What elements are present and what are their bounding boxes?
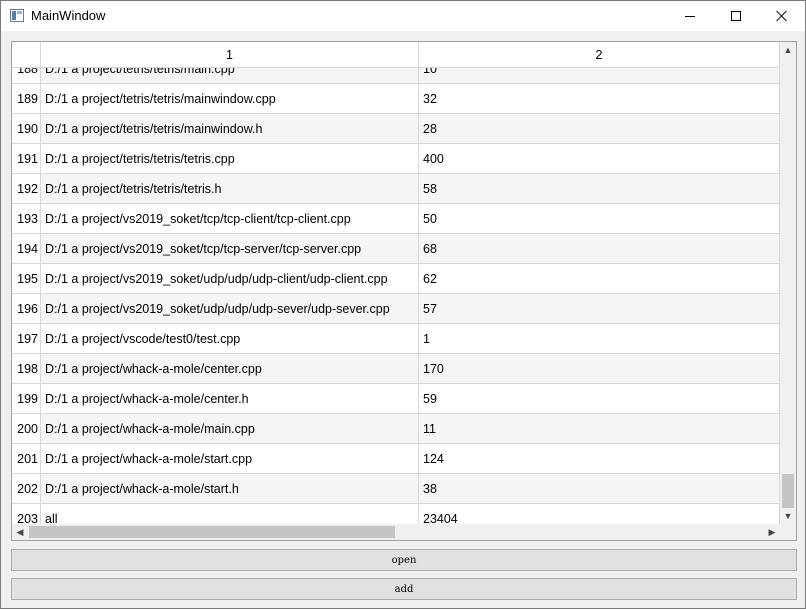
cell-line-count[interactable]: 58 <box>419 174 780 204</box>
table-row[interactable]: 193 D:/1 a project/vs2019_soket/tcp/tcp-c… <box>12 204 780 234</box>
window-title: MainWindow <box>31 8 106 23</box>
title-bar[interactable]: MainWindow <box>1 1 805 31</box>
row-header[interactable]: 191 <box>12 144 41 174</box>
close-button[interactable] <box>759 1 805 31</box>
cell-path[interactable]: D:/1 a project/whack-a-mole/start.h <box>41 474 419 504</box>
row-header[interactable]: 202 <box>12 474 41 504</box>
table-row[interactable]: 194 D:/1 a project/vs2019_soket/tcp/tcp-s… <box>12 234 780 264</box>
cell-path[interactable]: D:/1 a project/whack-a-mole/center.h <box>41 384 419 414</box>
row-header[interactable]: 192 <box>12 174 41 204</box>
cell-path[interactable]: all <box>41 504 419 524</box>
cell-path[interactable]: D:/1 a project/tetris/tetris/main.cpp <box>41 68 419 84</box>
cell-line-count[interactable]: 170 <box>419 354 780 384</box>
row-header[interactable]: 201 <box>12 444 41 474</box>
cell-line-count[interactable]: 23404 <box>419 504 780 524</box>
row-header[interactable]: 190 <box>12 114 41 144</box>
vertical-scroll-thumb[interactable] <box>782 474 794 508</box>
cell-path[interactable]: D:/1 a project/tetris/tetris/mainwindow.… <box>41 114 419 144</box>
main-window: MainWindow 1 2 188 D:/1 a project/tetris/… <box>0 0 806 609</box>
row-header[interactable]: 196 <box>12 294 41 324</box>
row-header[interactable]: 194 <box>12 234 41 264</box>
row-header[interactable]: 193 <box>12 204 41 234</box>
column-header-2[interactable]: 2 <box>419 42 780 68</box>
open-button[interactable]: open <box>11 549 797 571</box>
table-row[interactable]: 197 D:/1 a project/vscode/test0/test.cpp 1 <box>12 324 780 354</box>
cell-line-count[interactable]: 11 <box>419 414 780 444</box>
scroll-corner <box>780 524 796 540</box>
row-header[interactable]: 200 <box>12 414 41 444</box>
close-icon <box>776 10 788 22</box>
add-button[interactable]: add <box>11 578 797 600</box>
cell-path[interactable]: D:/1 a project/whack-a-mole/center.cpp <box>41 354 419 384</box>
row-header[interactable]: 188 <box>12 68 41 84</box>
cell-path[interactable]: D:/1 a project/tetris/tetris/mainwindow.… <box>41 84 419 114</box>
table-corner-button[interactable] <box>12 42 41 68</box>
cell-path[interactable]: D:/1 a project/tetris/tetris/tetris.h <box>41 174 419 204</box>
table-row[interactable]: 195 D:/1 a project/vs2019_soket/udp/udp/u… <box>12 264 780 294</box>
maximize-icon <box>731 11 741 21</box>
cell-path[interactable]: D:/1 a project/vs2019_soket/udp/udp/udp-… <box>41 294 419 324</box>
table-row[interactable]: 202 D:/1 a project/whack-a-mole/start.h 38 <box>12 474 780 504</box>
cell-path[interactable]: D:/1 a project/vs2019_soket/udp/udp/udp-… <box>41 264 419 294</box>
horizontal-scroll-thumb[interactable] <box>29 526 395 538</box>
cell-path[interactable]: D:/1 a project/tetris/tetris/tetris.cpp <box>41 144 419 174</box>
cell-line-count[interactable]: 124 <box>419 444 780 474</box>
cell-path[interactable]: D:/1 a project/vscode/test0/test.cpp <box>41 324 419 354</box>
arrow-up-icon[interactable]: ▲ <box>780 42 796 58</box>
cell-line-count[interactable]: 28 <box>419 114 780 144</box>
cell-path[interactable]: D:/1 a project/vs2019_soket/tcp/tcp-clie… <box>41 204 419 234</box>
horizontal-scrollbar[interactable]: ◀ ▶ <box>12 524 780 540</box>
cell-line-count[interactable]: 1 <box>419 324 780 354</box>
cell-line-count[interactable]: 32 <box>419 84 780 114</box>
table-row[interactable]: 203 all 23404 <box>12 504 780 524</box>
cell-path[interactable]: D:/1 a project/whack-a-mole/start.cpp <box>41 444 419 474</box>
cell-line-count[interactable]: 68 <box>419 234 780 264</box>
cell-line-count[interactable]: 400 <box>419 144 780 174</box>
cell-line-count[interactable]: 50 <box>419 204 780 234</box>
cell-line-count[interactable]: 57 <box>419 294 780 324</box>
table-row[interactable]: 189 D:/1 a project/tetris/tetris/mainwind… <box>12 84 780 114</box>
table-row[interactable]: 191 D:/1 a project/tetris/tetris/tetris.c… <box>12 144 780 174</box>
table-body: 188 D:/1 a project/tetris/tetris/main.cpp… <box>12 68 780 524</box>
file-table[interactable]: 1 2 188 D:/1 a project/tetris/tetris/main… <box>11 41 797 541</box>
column-header-1[interactable]: 1 <box>41 42 419 68</box>
cell-line-count[interactable]: 10 <box>419 68 780 84</box>
cell-line-count[interactable]: 38 <box>419 474 780 504</box>
table-row[interactable]: 196 D:/1 a project/vs2019_soket/udp/udp/u… <box>12 294 780 324</box>
arrow-left-icon[interactable]: ◀ <box>12 524 28 540</box>
row-header[interactable]: 195 <box>12 264 41 294</box>
table-rows: 188 D:/1 a project/tetris/tetris/main.cpp… <box>12 68 780 524</box>
minimize-icon <box>685 15 695 17</box>
maximize-button[interactable] <box>713 1 759 31</box>
cell-line-count[interactable]: 62 <box>419 264 780 294</box>
row-header[interactable]: 197 <box>12 324 41 354</box>
row-header[interactable]: 198 <box>12 354 41 384</box>
cell-path[interactable]: D:/1 a project/vs2019_soket/tcp/tcp-serv… <box>41 234 419 264</box>
table-row[interactable]: 192 D:/1 a project/tetris/tetris/tetris.h… <box>12 174 780 204</box>
minimize-button[interactable] <box>667 1 713 31</box>
row-header[interactable]: 199 <box>12 384 41 414</box>
row-header[interactable]: 189 <box>12 84 41 114</box>
table-row[interactable]: 198 D:/1 a project/whack-a-mole/center.cp… <box>12 354 780 384</box>
table-row[interactable]: 201 D:/1 a project/whack-a-mole/start.cpp… <box>12 444 780 474</box>
app-window-icon <box>10 9 24 22</box>
table-row[interactable]: 190 D:/1 a project/tetris/tetris/mainwind… <box>12 114 780 144</box>
table-row[interactable]: 200 D:/1 a project/whack-a-mole/main.cpp 1… <box>12 414 780 444</box>
row-header[interactable]: 203 <box>12 504 41 524</box>
table-row[interactable]: 188 D:/1 a project/tetris/tetris/main.cpp… <box>12 68 780 84</box>
arrow-down-icon[interactable]: ▼ <box>780 508 796 524</box>
cell-line-count[interactable]: 59 <box>419 384 780 414</box>
arrow-right-icon[interactable]: ▶ <box>764 524 780 540</box>
table-row[interactable]: 199 D:/1 a project/whack-a-mole/center.h 5… <box>12 384 780 414</box>
vertical-scrollbar[interactable]: ▲ ▼ <box>780 42 796 524</box>
cell-path[interactable]: D:/1 a project/whack-a-mole/main.cpp <box>41 414 419 444</box>
